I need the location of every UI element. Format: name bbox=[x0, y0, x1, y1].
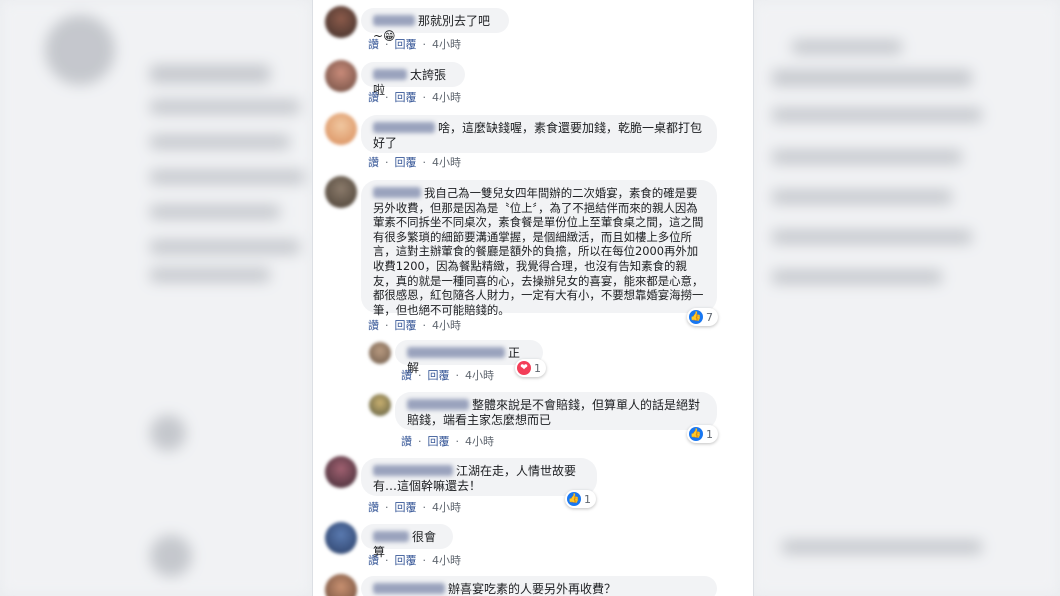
thumbs-up-icon: 👍 bbox=[689, 310, 703, 324]
comments-panel: 那就別去了吧~😁 讚 · 回覆 · 4小時 太誇張啦 讚 · 回覆 · 4小時 啥，這麼缺錢喔，… bbox=[312, 0, 754, 596]
avatar[interactable] bbox=[369, 394, 391, 416]
comment-actions: 讚 · 回覆 · 4小時 bbox=[401, 435, 494, 448]
reaction-number: 1 bbox=[584, 492, 591, 506]
reply-bubble: 整體來說是不會賠錢，但算單人的話是絕對賠錢，端看主家怎麼想而已 bbox=[395, 392, 717, 430]
reaction-count[interactable]: 👍 1 bbox=[565, 490, 596, 508]
avatar[interactable] bbox=[369, 342, 391, 364]
reply-button[interactable]: 回覆 bbox=[395, 319, 417, 332]
blurred-username[interactable] bbox=[373, 15, 415, 26]
blurred-username[interactable] bbox=[407, 347, 505, 358]
blurred-username[interactable] bbox=[373, 583, 445, 594]
comment-actions: 讚 · 回覆 · 4小時 bbox=[401, 369, 494, 382]
comment-actions: 讚 · 回覆 · 4小時 bbox=[368, 319, 461, 332]
avatar[interactable] bbox=[325, 6, 357, 38]
timestamp[interactable]: 4小時 bbox=[432, 38, 461, 51]
thumbs-up-icon: 👍 bbox=[689, 427, 703, 441]
reply-button[interactable]: 回覆 bbox=[395, 501, 417, 514]
reaction-number: 7 bbox=[706, 310, 713, 324]
blurred-username[interactable] bbox=[407, 399, 469, 410]
like-button[interactable]: 讚 bbox=[401, 369, 412, 382]
like-button[interactable]: 讚 bbox=[368, 319, 379, 332]
comment-bubble: 我自己為一雙兒女四年間辦的二次婚宴，素食的確是要另外收費，但那是因為是〝位上〞，… bbox=[361, 180, 717, 317]
like-button[interactable]: 讚 bbox=[401, 435, 412, 448]
comment-bubble: 辦喜宴吃素的人要另外再收費？ bbox=[361, 576, 717, 596]
comment-actions: 讚 · 回覆 · 4小時 bbox=[368, 554, 461, 567]
timestamp[interactable]: 4小時 bbox=[432, 319, 461, 332]
heart-icon: ❤ bbox=[517, 361, 531, 375]
reply-button[interactable]: 回覆 bbox=[395, 38, 417, 51]
comment-bubble: 那就別去了吧~😁 bbox=[361, 8, 509, 43]
comment-actions: 讚 · 回覆 · 4小時 bbox=[368, 501, 461, 514]
comment-actions: 讚 · 回覆 · 4小時 bbox=[368, 38, 461, 51]
timestamp[interactable]: 4小時 bbox=[432, 501, 461, 514]
like-button[interactable]: 讚 bbox=[368, 501, 379, 514]
thumbs-up-icon: 👍 bbox=[567, 492, 581, 506]
blurred-background-right bbox=[752, 0, 1060, 596]
reply-button[interactable]: 回覆 bbox=[395, 156, 417, 169]
comment-actions: 讚 · 回覆 · 4小時 bbox=[368, 91, 461, 104]
comment-bubble: 啥，這麼缺錢喔，素食還要加錢，乾脆一桌都打包好了 bbox=[361, 115, 717, 153]
avatar[interactable] bbox=[325, 456, 357, 488]
reaction-count[interactable]: 👍 1 bbox=[687, 425, 718, 443]
like-button[interactable]: 讚 bbox=[368, 38, 379, 51]
timestamp[interactable]: 4小時 bbox=[465, 369, 494, 382]
avatar[interactable] bbox=[325, 113, 357, 145]
like-button[interactable]: 讚 bbox=[368, 554, 379, 567]
reaction-count[interactable]: ❤ 1 bbox=[515, 359, 546, 377]
avatar[interactable] bbox=[325, 60, 357, 92]
timestamp[interactable]: 4小時 bbox=[465, 435, 494, 448]
like-button[interactable]: 讚 bbox=[368, 156, 379, 169]
like-button[interactable]: 讚 bbox=[368, 91, 379, 104]
reaction-number: 1 bbox=[706, 427, 713, 441]
reply-button[interactable]: 回覆 bbox=[395, 554, 417, 567]
reply-button[interactable]: 回覆 bbox=[428, 369, 450, 382]
reaction-number: 1 bbox=[534, 361, 541, 375]
avatar[interactable] bbox=[325, 176, 357, 208]
reply-button[interactable]: 回覆 bbox=[428, 435, 450, 448]
blurred-username[interactable] bbox=[373, 187, 421, 198]
timestamp[interactable]: 4小時 bbox=[432, 156, 461, 169]
timestamp[interactable]: 4小時 bbox=[432, 554, 461, 567]
avatar[interactable] bbox=[325, 574, 357, 596]
blurred-background-left bbox=[0, 0, 312, 596]
timestamp[interactable]: 4小時 bbox=[432, 91, 461, 104]
reply-button[interactable]: 回覆 bbox=[395, 91, 417, 104]
blurred-username[interactable] bbox=[373, 465, 453, 476]
comment-actions: 讚 · 回覆 · 4小時 bbox=[368, 156, 461, 169]
comment-text: 我自己為一雙兒女四年間辦的二次婚宴，素食的確是要另外收費，但那是因為是〝位上〞，… bbox=[373, 186, 704, 317]
comment-bubble: 江湖在走，人情世故要有…這個幹嘛還去！ bbox=[361, 458, 597, 496]
comment-bubble: 太誇張啦 bbox=[361, 62, 465, 97]
comment-text: 辦喜宴吃素的人要另外再收費？ bbox=[448, 582, 617, 596]
blurred-username[interactable] bbox=[373, 69, 407, 80]
blurred-username[interactable] bbox=[373, 122, 435, 133]
avatar[interactable] bbox=[325, 522, 357, 554]
blurred-username[interactable] bbox=[373, 531, 409, 542]
comment-bubble: 很會算 bbox=[361, 524, 453, 559]
reaction-count[interactable]: 👍 7 bbox=[687, 308, 718, 326]
